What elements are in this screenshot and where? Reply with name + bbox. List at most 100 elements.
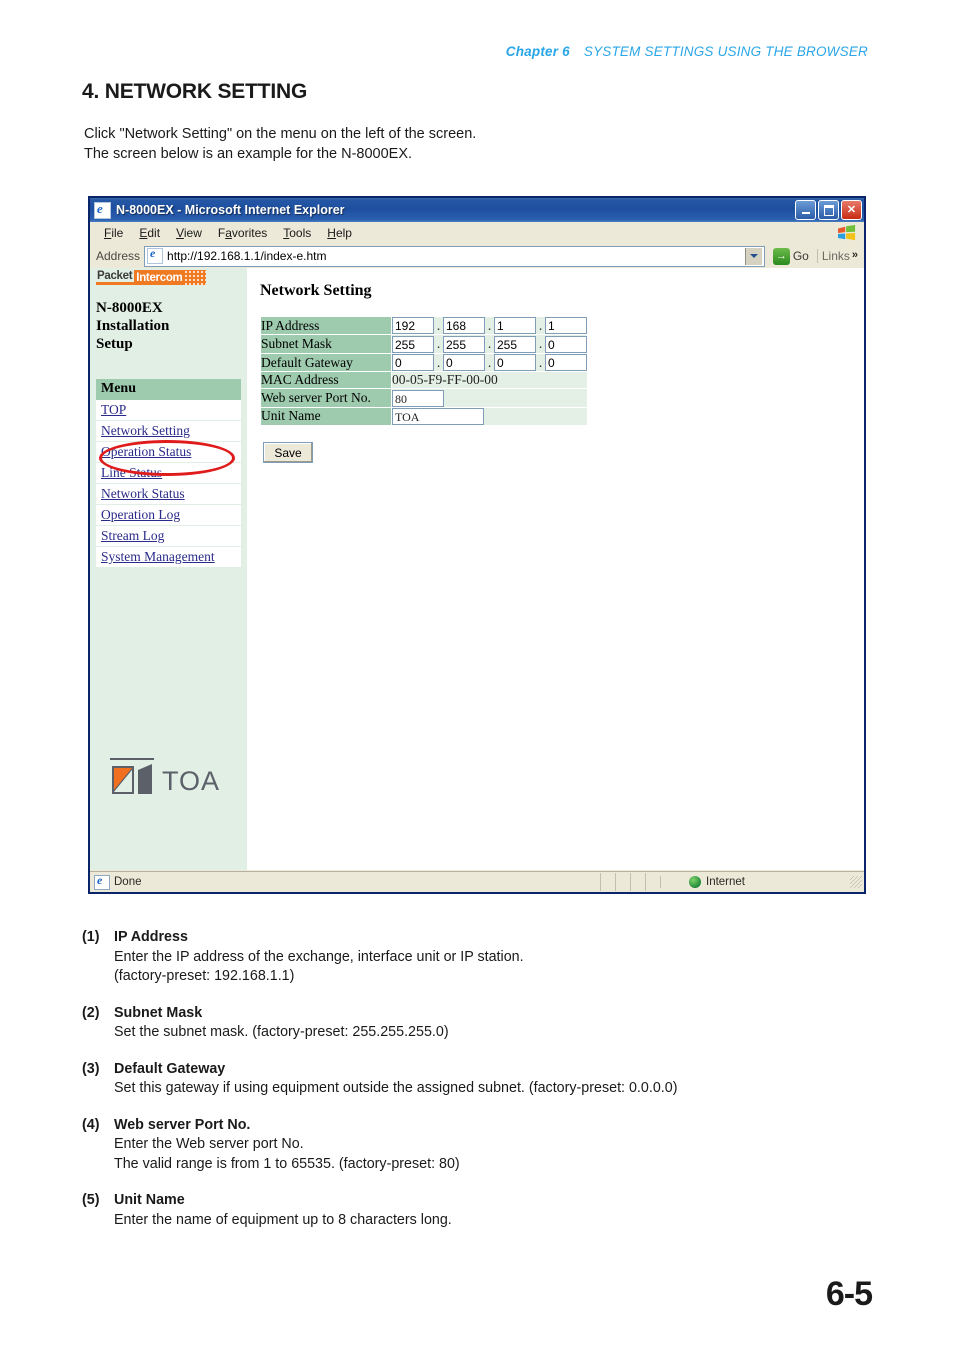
note-item: (2) Subnet Mask Set the subnet mask. (fa… (82, 1004, 842, 1043)
form-title: Network Setting (260, 282, 372, 299)
page-viewport: Packet Intercom N-8000EX Installation Se… (90, 268, 864, 870)
resize-grip-icon[interactable] (850, 876, 862, 888)
sidebar-item-label: Operation Log (101, 507, 181, 522)
sidebar-item-network-setting[interactable]: Network Setting (96, 421, 241, 442)
note-number: (3) (82, 1060, 100, 1077)
sidebar-item-network-status[interactable]: Network Status (96, 484, 241, 505)
browser-statusbar: Done Internet (90, 871, 864, 892)
ip-octet-1-input[interactable]: 192 (392, 317, 434, 335)
menu-item-file[interactable]: File (96, 225, 131, 241)
address-value: http://192.168.1.1/index-e.htm (167, 249, 327, 263)
note-number: (5) (82, 1192, 100, 1208)
ip-octet-2-input[interactable]: 168 (443, 317, 485, 335)
links-button[interactable]: Links » (816, 249, 864, 263)
octet-separator: . (538, 336, 543, 352)
toa-logo: TOA (110, 758, 219, 796)
sidebar-menu: Menu TOP Network Setting Operation Statu… (96, 379, 241, 568)
gateway-octet-1-input[interactable]: 0 (392, 354, 434, 372)
sidebar-item-line-status[interactable]: Line Status (96, 463, 241, 484)
status-text: Done (114, 876, 142, 888)
status-segment (630, 873, 645, 891)
close-button[interactable]: ✕ (841, 200, 862, 220)
brand-packet-text: Packet (96, 270, 135, 285)
status-segment (615, 873, 630, 891)
address-dropdown-button[interactable] (744, 247, 762, 265)
octet-separator: . (436, 317, 441, 333)
sidebar-item-system-management[interactable]: System Management (96, 547, 241, 568)
gateway-octet-4-input[interactable]: 0 (545, 354, 587, 372)
note-body: Default Gateway Set this gateway if usin… (114, 1060, 677, 1099)
go-label: Go (792, 249, 809, 263)
menu-item-edit[interactable]: Edit (131, 225, 168, 241)
chapter-number: Chapter 6 (505, 44, 570, 59)
intro-paragraph: Click "Network Setting" on the menu on t… (84, 124, 476, 164)
row-value-subnet-mask: 255. 255. 255. 0 (391, 334, 588, 354)
save-button[interactable]: Save (263, 442, 313, 464)
note-body: IP Address Enter the IP address of the e… (114, 928, 524, 987)
sidebar-menu-header: Menu (96, 379, 241, 400)
sidebar-item-label: TOP (101, 402, 127, 417)
menu-item-help[interactable]: Help (319, 225, 360, 241)
ip-octet-4-input[interactable]: 1 (545, 317, 587, 335)
note-number: (1) (82, 929, 100, 945)
menu-item-tools[interactable]: Tools (275, 225, 319, 241)
octet-separator: . (487, 354, 492, 370)
go-button[interactable]: → Go (769, 247, 813, 265)
windows-flag-icon (838, 224, 856, 241)
octet-separator: . (538, 317, 543, 333)
ip-octet-3-input[interactable]: 1 (494, 317, 536, 335)
web-port-input[interactable]: 80 (392, 389, 444, 407)
maximize-button[interactable] (818, 200, 839, 220)
note-heading: Default Gateway (114, 1060, 226, 1077)
octet-separator: . (436, 354, 441, 370)
minimize-button[interactable] (795, 200, 816, 220)
note-body: Unit Name Enter the name of equipment up… (114, 1191, 452, 1230)
sidebar-heading-line-1: N-8000EX (96, 300, 163, 316)
menu-item-view[interactable]: View (168, 225, 210, 241)
gateway-octet-3-input[interactable]: 0 (494, 354, 536, 372)
row-label-ip-address: IP Address (260, 315, 392, 336)
row-value-unit-name: TOA (391, 406, 588, 427)
sidebar-heading-line-3: Setup (96, 336, 133, 352)
page-number: 6-5 (825, 1275, 873, 1313)
subnet-octet-4-input[interactable]: 0 (545, 335, 587, 353)
sidebar-item-label: Network Status (101, 486, 185, 501)
row-value-default-gateway: 0.0.0.0 (391, 352, 588, 373)
row-value-mac-address: 00-05-F9-FF-00-00 (391, 371, 588, 390)
window-controls: ✕ (795, 200, 862, 220)
note-line: Enter the Web server port No. (114, 1136, 304, 1152)
status-segment (600, 873, 615, 891)
note-item: (1) IP Address Enter the IP address of t… (82, 928, 842, 987)
brand-intercom-text: Intercom (134, 270, 185, 285)
chevron-double-right-icon: » (851, 249, 858, 261)
unit-name-input[interactable]: TOA (392, 408, 484, 426)
brand-dots-decoration (184, 270, 207, 285)
subnet-octet-3-input[interactable]: 255 (494, 335, 536, 353)
sidebar-item-top[interactable]: TOP (96, 400, 241, 421)
sidebar-heading: N-8000EX Installation Setup (96, 299, 241, 353)
links-label: Links (821, 249, 850, 263)
row-label-mac-address: MAC Address (260, 371, 392, 390)
sidebar-item-stream-log[interactable]: Stream Log (96, 526, 241, 547)
subnet-octet-1-input[interactable]: 255 (392, 335, 434, 353)
subnet-octet-2-input[interactable]: 255 (443, 335, 485, 353)
table-row-mac-address: MAC Address 00-05-F9-FF-00-00 (260, 371, 588, 390)
intro-line-2: The screen below is an example for the N… (84, 146, 413, 162)
note-line: Set the subnet mask. (factory-preset: 25… (114, 1024, 449, 1040)
zone-label: Internet (706, 876, 745, 888)
sidebar-item-operation-log[interactable]: Operation Log (96, 505, 241, 526)
sidebar-item-operation-status[interactable]: Operation Status (96, 442, 241, 463)
page-title: 4. NETWORK SETTING (82, 80, 308, 103)
address-input[interactable]: http://192.168.1.1/index-e.htm (144, 245, 765, 267)
network-settings-table: IP Address 192. 168. 1. 1 Subnet Mask 255. 2… (260, 315, 588, 427)
note-body: Subnet Mask Set the subnet mask. (factor… (114, 1004, 449, 1043)
octet-separator: . (538, 354, 543, 370)
security-zone-indicator[interactable]: Internet (660, 876, 850, 888)
octet-separator: . (487, 336, 492, 352)
page-favicon-icon (147, 246, 164, 264)
status-page-icon (94, 873, 110, 890)
mac-address-value: 00-05-F9-FF-00-00 (392, 372, 498, 388)
menu-item-favorites[interactable]: Favorites (210, 225, 275, 241)
gateway-octet-2-input[interactable]: 0 (443, 354, 485, 372)
browser-window: N-8000EX - Microsoft Internet Explorer ✕… (88, 196, 866, 894)
